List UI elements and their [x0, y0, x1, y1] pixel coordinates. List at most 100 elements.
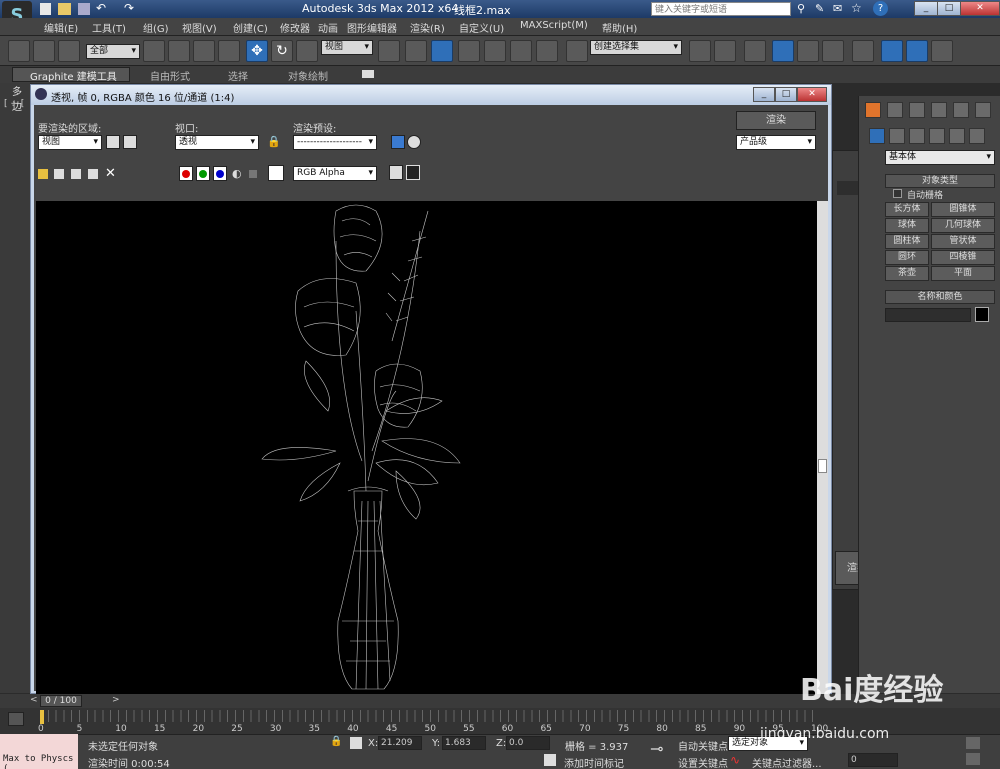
object-type-header[interactable]: 对象类型 — [885, 174, 995, 188]
mirror-icon[interactable] — [689, 40, 711, 62]
cylinder-button[interactable]: 圆柱体 — [885, 234, 929, 249]
object-color-swatch[interactable] — [975, 307, 989, 322]
window-crossing-icon[interactable] — [218, 40, 240, 62]
edit-named-selection-icon[interactable] — [566, 40, 588, 62]
teapot-button[interactable]: 茶壶 — [885, 266, 929, 281]
quick-access-save-icon[interactable] — [78, 3, 90, 15]
render-setup-button-icon[interactable] — [391, 135, 405, 149]
z-coordinate-field[interactable]: 0.0 — [506, 736, 550, 750]
toggle-ui-overlay-icon[interactable] — [389, 165, 403, 180]
area-to-render-select[interactable]: 视图 — [38, 135, 102, 150]
quick-access-new-icon[interactable] — [40, 3, 51, 15]
rendered-frame-window-icon[interactable] — [906, 40, 928, 62]
zoom-extents-icon[interactable] — [966, 737, 980, 749]
move-icon[interactable]: ✥ — [246, 40, 268, 62]
binoculars-icon[interactable]: ⚲ — [797, 2, 805, 15]
render-production-icon[interactable] — [931, 40, 953, 62]
clear-image-icon[interactable]: ✕ — [105, 166, 116, 181]
selection-lock-icon[interactable]: 🔒 — [330, 736, 342, 747]
curve-editor-icon[interactable] — [797, 40, 819, 62]
layer-manager-icon[interactable] — [744, 40, 766, 62]
angle-snap-icon[interactable] — [484, 40, 506, 62]
select-manipulate-icon[interactable] — [405, 40, 427, 62]
select-object-icon[interactable] — [143, 40, 165, 62]
menu-views[interactable]: 视图(V) — [182, 20, 217, 35]
current-frame-marker[interactable] — [40, 710, 44, 724]
time-slider-next[interactable]: > — [112, 695, 122, 707]
graphite-toggle-icon[interactable] — [772, 40, 794, 62]
plane-button[interactable]: 平面 — [931, 266, 995, 281]
vertical-scroll-thumb[interactable] — [818, 459, 827, 473]
key-filters-button[interactable]: 关键点过滤器... — [752, 755, 822, 769]
sphere-button[interactable]: 球体 — [885, 218, 929, 233]
menu-graph-editors[interactable]: 图形编辑器 — [347, 20, 397, 35]
torus-button[interactable]: 圆环 — [885, 250, 929, 265]
orbit-icon[interactable] — [966, 753, 980, 765]
spinner-snap-icon[interactable] — [536, 40, 558, 62]
keyboard-shortcut-icon[interactable] — [431, 40, 453, 62]
minimize-button[interactable]: _ — [914, 1, 938, 16]
set-key-button[interactable]: 设置关键点 — [678, 755, 728, 769]
blue-channel-toggle[interactable] — [213, 166, 227, 181]
time-slider-thumb[interactable]: 0 / 100 — [40, 695, 82, 707]
red-channel-toggle[interactable] — [179, 166, 193, 181]
close-button[interactable]: ✕ — [960, 1, 1000, 16]
viewport-label[interactable]: [ + [ — [4, 99, 24, 109]
menu-animation[interactable]: 动画 — [318, 20, 338, 35]
render-quality-select[interactable]: 产品级 — [736, 135, 816, 150]
time-slider-prev[interactable]: < — [30, 695, 40, 707]
rect-selection-icon[interactable] — [193, 40, 215, 62]
absolute-mode-icon[interactable] — [350, 737, 362, 749]
help-icon[interactable]: ? — [873, 1, 888, 16]
menu-tools[interactable]: 工具(T) — [92, 20, 126, 35]
ribbon-tab-selection[interactable]: 选择 — [228, 68, 248, 83]
swatch-color[interactable] — [268, 165, 284, 181]
menu-modifiers[interactable]: 修改器 — [280, 20, 310, 35]
track-ruler[interactable] — [40, 710, 820, 722]
unlink-icon[interactable] — [33, 40, 55, 62]
utilities-tab-icon[interactable] — [975, 102, 991, 118]
key-mode-icon[interactable]: ∿ — [730, 753, 740, 767]
autogrid-checkbox[interactable] — [893, 189, 902, 198]
lights-icon[interactable] — [909, 128, 925, 144]
current-frame-field[interactable]: 0 — [848, 753, 898, 767]
scale-icon[interactable] — [296, 40, 318, 62]
menu-help[interactable]: 帮助(H) — [602, 20, 637, 35]
auto-region-icon[interactable] — [123, 135, 137, 149]
link-icon[interactable] — [8, 40, 30, 62]
geometry-icon[interactable] — [869, 128, 885, 144]
save-image-icon[interactable] — [38, 169, 48, 179]
display-tab-icon[interactable] — [953, 102, 969, 118]
name-color-header[interactable]: 名称和颜色 — [885, 290, 995, 304]
quick-access-open-icon[interactable] — [58, 3, 71, 15]
pivot-center-icon[interactable] — [378, 40, 400, 62]
ribbon-options-icon[interactable] — [362, 70, 374, 78]
add-time-tag[interactable]: 添加时间标记 — [564, 755, 624, 769]
edit-region-icon[interactable] — [106, 135, 120, 149]
time-tag-icon[interactable] — [544, 754, 556, 766]
select-by-name-icon[interactable] — [168, 40, 190, 62]
viewport-select[interactable]: 透视 — [175, 135, 259, 150]
render-window-minimize-button[interactable]: _ — [753, 87, 775, 102]
reference-coordinate-select[interactable]: 视图 — [321, 40, 373, 55]
copy-image-icon[interactable] — [54, 169, 64, 179]
bind-spacewarp-icon[interactable] — [58, 40, 80, 62]
create-tab-icon[interactable] — [865, 102, 881, 118]
y-coordinate-field[interactable]: 1.683 — [442, 736, 486, 750]
communication-icon[interactable]: ✉ — [833, 2, 842, 15]
geosphere-button[interactable]: 几何球体 — [931, 218, 995, 233]
redo-icon[interactable]: ↷ — [124, 1, 134, 15]
mini-curve-editor-icon[interactable] — [8, 712, 24, 726]
shapes-icon[interactable] — [889, 128, 905, 144]
render-preset-select[interactable]: -------------------- — [293, 135, 377, 150]
vertical-scrollbar[interactable] — [817, 201, 828, 697]
tube-button[interactable]: 管状体 — [931, 234, 995, 249]
motion-tab-icon[interactable] — [931, 102, 947, 118]
render-window-maximize-button[interactable]: □ — [775, 87, 797, 102]
box-button[interactable]: 长方体 — [885, 202, 929, 217]
maxscript-listener-mini[interactable]: Max to Physcs ( — [0, 734, 78, 769]
menu-customize[interactable]: 自定义(U) — [459, 20, 504, 35]
display-channel-select[interactable]: RGB Alpha — [293, 166, 377, 181]
render-setup-icon[interactable] — [881, 40, 903, 62]
menu-maxscript[interactable]: MAXScript(M) — [520, 20, 588, 31]
